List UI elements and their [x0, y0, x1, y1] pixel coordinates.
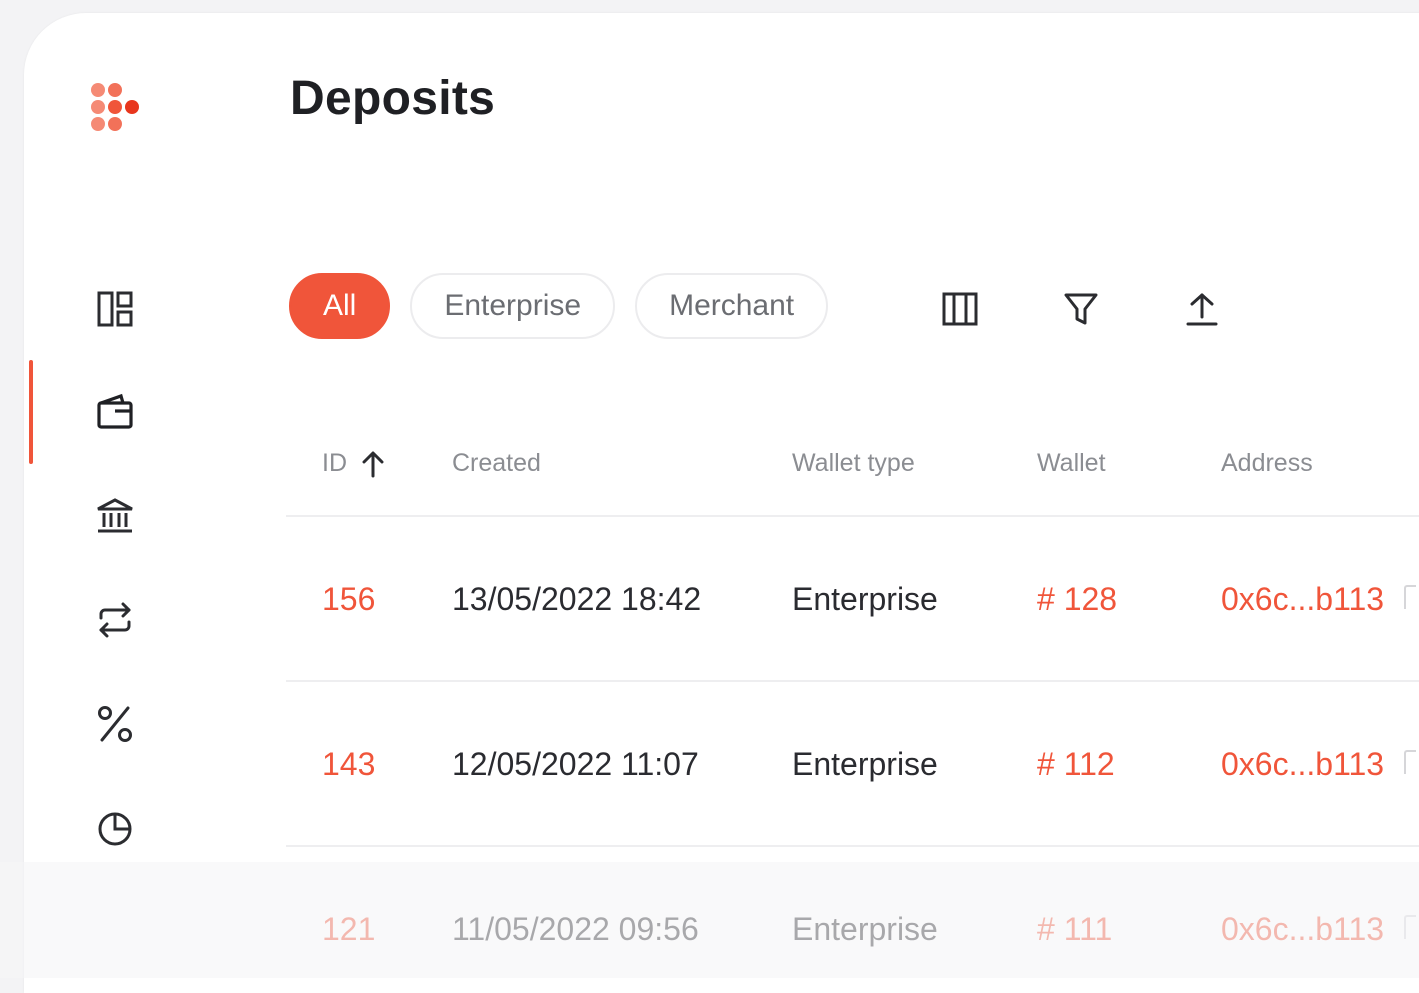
copy-icon[interactable] [1404, 915, 1416, 939]
deposits-table: ID Created Wallet type Wallet Address 15… [286, 433, 1419, 993]
sidebar-item-bank[interactable] [94, 495, 136, 537]
sidebar-item-dashboard[interactable] [94, 288, 136, 330]
table-row[interactable]: 143 12/05/2022 11:07 Enterprise # 112 0x… [286, 682, 1419, 847]
chip-enterprise[interactable]: Enterprise [410, 273, 616, 339]
row-wallet-type: Enterprise [792, 581, 938, 617]
dots-logo-icon[interactable] [88, 81, 148, 137]
wallet-icon [97, 393, 133, 429]
row-address-link[interactable]: 0x6c...b113 [1221, 581, 1384, 618]
row-id[interactable]: 143 [322, 746, 375, 783]
columns-button[interactable] [940, 289, 980, 329]
table-row[interactable]: 121 11/05/2022 09:56 Enterprise # 111 0x… [286, 847, 1419, 993]
row-wallet-link[interactable]: # 128 [1037, 581, 1117, 618]
row-id[interactable]: 121 [322, 911, 375, 948]
column-header-wallet[interactable]: Wallet [1037, 449, 1106, 478]
sidebar-item-wallet[interactable] [94, 391, 136, 433]
export-icon [1186, 293, 1218, 326]
sidebar-item-transfer[interactable] [94, 599, 136, 641]
active-nav-indicator [29, 360, 33, 464]
row-address-link[interactable]: 0x6c...b113 [1221, 911, 1384, 948]
percent-icon [98, 706, 132, 742]
row-address-link[interactable]: 0x6c...b113 [1221, 746, 1384, 783]
chip-merchant[interactable]: Merchant [635, 273, 829, 339]
export-button[interactable] [1182, 289, 1222, 329]
copy-icon[interactable] [1404, 750, 1416, 774]
column-header-address[interactable]: Address [1221, 449, 1313, 478]
dashboard-icon [97, 291, 133, 327]
row-created: 11/05/2022 09:56 [452, 911, 699, 947]
table-row[interactable]: 156 13/05/2022 18:42 Enterprise # 128 0x… [286, 517, 1419, 682]
page-title: Deposits [290, 72, 496, 125]
sidebar-item-percent[interactable] [94, 703, 136, 745]
sidebar-item-analytics[interactable] [94, 807, 136, 849]
arrow-up-icon [362, 451, 384, 477]
column-header-created[interactable]: Created [452, 449, 541, 478]
row-id[interactable]: 156 [322, 581, 375, 618]
bank-icon [97, 498, 133, 533]
row-wallet-type: Enterprise [792, 746, 938, 782]
row-wallet-link[interactable]: # 111 [1037, 911, 1112, 948]
row-created: 12/05/2022 11:07 [452, 746, 699, 782]
filter-icon [1064, 293, 1098, 325]
table-header: ID Created Wallet type Wallet Address [286, 433, 1419, 517]
row-created: 13/05/2022 18:42 [452, 581, 702, 617]
row-wallet-type: Enterprise [792, 911, 938, 947]
chip-all[interactable]: All [289, 273, 391, 339]
transfer-icon [99, 602, 131, 638]
column-header-wallet-type[interactable]: Wallet type [792, 449, 915, 478]
filter-button[interactable] [1061, 289, 1101, 329]
column-header-id[interactable]: ID [322, 449, 385, 478]
copy-icon[interactable] [1404, 585, 1416, 609]
row-wallet-link[interactable]: # 112 [1037, 746, 1115, 783]
columns-icon [942, 292, 978, 326]
pie-chart-icon [98, 812, 132, 846]
app-window: Deposits All Enterprise Merchant ID Crea… [24, 13, 1419, 993]
filter-chips: All Enterprise Merchant [289, 273, 848, 339]
